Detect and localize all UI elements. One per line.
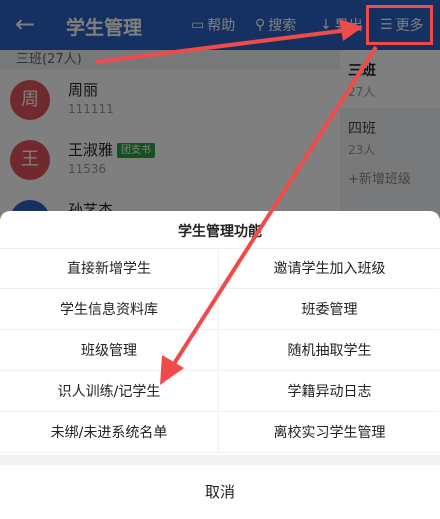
arrow-head-icon bbox=[339, 19, 363, 41]
arrow-line-icon bbox=[168, 45, 378, 372]
annotation-arrows bbox=[95, 19, 378, 385]
arrow-head-icon bbox=[160, 355, 184, 385]
arrow-line-icon bbox=[95, 28, 349, 64]
